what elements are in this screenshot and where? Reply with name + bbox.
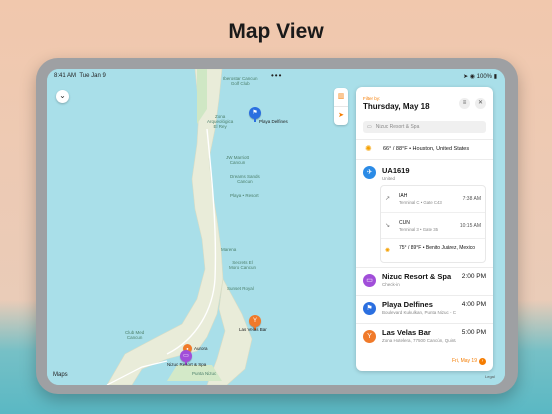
- location-arrow-icon[interactable]: ➤: [334, 106, 348, 124]
- multitask-dots[interactable]: •••: [271, 71, 282, 80]
- flight-row[interactable]: ✈ UA1619 United ↗ IAH Terminal C • Gate …: [356, 159, 493, 267]
- segment-detail: Terminal 3 • Gate 35: [399, 227, 439, 232]
- weather-text: 66° / 88°F • Houston, United States: [383, 146, 470, 152]
- status-bar: 8:41 AM Tue Jan 9 ••• ➤ ◉ 100% ▮: [47, 69, 505, 83]
- map-controls: ▥ ➤: [334, 88, 348, 125]
- segment-time: 10:15 AM: [459, 223, 481, 229]
- flag-icon: ⚑: [363, 302, 376, 315]
- headline: Map View: [228, 20, 324, 43]
- bed-icon: ▭: [367, 124, 372, 130]
- itinerary-item[interactable]: ⚑ Playa Delfines Boulevard Kukulkan, Pun…: [356, 295, 493, 323]
- map-label-dreams: Dreams Sands Cancun: [230, 174, 260, 184]
- maps-attribution: Maps: [53, 372, 68, 378]
- flight-code: UA1619: [382, 166, 410, 175]
- cocktail-icon: Y: [363, 330, 376, 343]
- filter-date[interactable]: Thursday, May 18: [363, 102, 430, 111]
- arrow-right-icon: ›: [479, 358, 486, 365]
- hotel-pin[interactable]: ▭: [180, 350, 192, 365]
- map-label-secrets: Secrets El Moro Cancun: [229, 260, 257, 270]
- map-label-zona-arq: Zona Arqueológica El Rey: [207, 114, 234, 129]
- map-label-playa-resort: Playa • Resort: [230, 193, 259, 198]
- hotel-pin-label: Nizuc Resort & Spa: [167, 362, 207, 367]
- flight-segments: ↗ IAH Terminal C • Gate C43 7:38 AM ↘ CU…: [380, 185, 486, 263]
- map-label-club-med: Club Med Cancun: [125, 330, 145, 340]
- sun-icon: ✺: [365, 144, 372, 153]
- segment-code: CUN: [399, 220, 410, 226]
- bed-icon: ▭: [363, 274, 376, 287]
- departure-icon: ↗: [385, 196, 391, 202]
- bar-pin[interactable]: Y: [249, 315, 261, 330]
- segment-time: 7:38 AM: [462, 196, 481, 202]
- bar-pin-label: Las Velas Bar: [239, 327, 267, 332]
- tablet-screen: 8:41 AM Tue Jan 9 ••• ➤ ◉ 100% ▮ ⌄ Ibero…: [47, 69, 505, 385]
- map-label-marena: Marena: [221, 247, 237, 252]
- map-label-marriott: JW Marriott Cancun: [226, 155, 249, 165]
- segment-detail: Terminal C • Gate C43: [399, 200, 442, 205]
- weather-row: ✺ 66° / 88°F • Houston, United States: [356, 139, 493, 159]
- item-subtitle: Zona Hotelera, 77500 Cancún, Quintana...: [382, 338, 456, 343]
- chevron-down-icon[interactable]: ⌄: [56, 90, 69, 103]
- destination-weather: 75° / 89°F • Benito Juárez, Mexico: [399, 245, 476, 251]
- status-right: ➤ ◉ 100% ▮: [463, 74, 497, 80]
- beach-pin[interactable]: ⚑: [249, 107, 261, 122]
- segment-row[interactable]: ↗ IAH Terminal C • Gate C43 7:38 AM: [381, 186, 485, 212]
- itinerary-item[interactable]: ▭ Nizuc Resort & Spa Check-in 2:00 PM: [356, 267, 493, 295]
- item-title: Playa Delfines: [382, 300, 433, 309]
- itinerary-panel: Filter by: Thursday, May 18 ≡ ✕ ▭ Nizuc R…: [356, 87, 493, 371]
- itinerary-item[interactable]: Y Las Velas Bar Zona Hotelera, 77500 Can…: [356, 323, 493, 351]
- flight-airline: United: [382, 176, 396, 181]
- item-time: 5:00 PM: [461, 329, 486, 336]
- item-title: Las Velas Bar: [382, 328, 431, 337]
- item-title: Nizuc Resort & Spa: [382, 272, 452, 281]
- aurora-pin-label: Aurora: [194, 346, 208, 351]
- airplane-icon: ✈: [363, 166, 376, 179]
- next-day-link[interactable]: Fri, May 19 ›: [452, 358, 486, 365]
- legal-link[interactable]: Legal: [485, 374, 495, 379]
- segment-code: IAH: [399, 193, 408, 199]
- search-field[interactable]: ▭ Nizuc Resort & Spa: [363, 121, 486, 133]
- list-icon[interactable]: ≡: [459, 98, 470, 109]
- filter-label: Filter by:: [363, 96, 381, 101]
- close-icon[interactable]: ✕: [475, 98, 486, 109]
- item-subtitle: Boulevard Kukulkan, Punta Nizuc - Cancún: [382, 310, 456, 315]
- beach-pin-label: Playa Delfines: [259, 119, 288, 124]
- map-label-punta-nizuc: Punta Nizuc: [192, 371, 217, 376]
- item-time: 2:00 PM: [461, 273, 486, 280]
- search-placeholder: Nizuc Resort & Spa: [375, 124, 420, 130]
- segment-row[interactable]: ↘ CUN Terminal 3 • Gate 35 10:15 AM: [381, 212, 485, 238]
- item-subtitle: Check-in: [382, 282, 400, 287]
- status-time: 8:41 AM Tue Jan 9: [54, 73, 106, 79]
- arrival-icon: ↘: [385, 223, 391, 229]
- item-time: 4:00 PM: [461, 301, 486, 308]
- map-icon[interactable]: ▥: [334, 88, 348, 106]
- map-label-sunset: Sunset Royal: [227, 286, 254, 291]
- segment-row: ✺ 75° / 89°F • Benito Juárez, Mexico: [381, 238, 485, 263]
- sun-icon: ✺: [385, 248, 391, 254]
